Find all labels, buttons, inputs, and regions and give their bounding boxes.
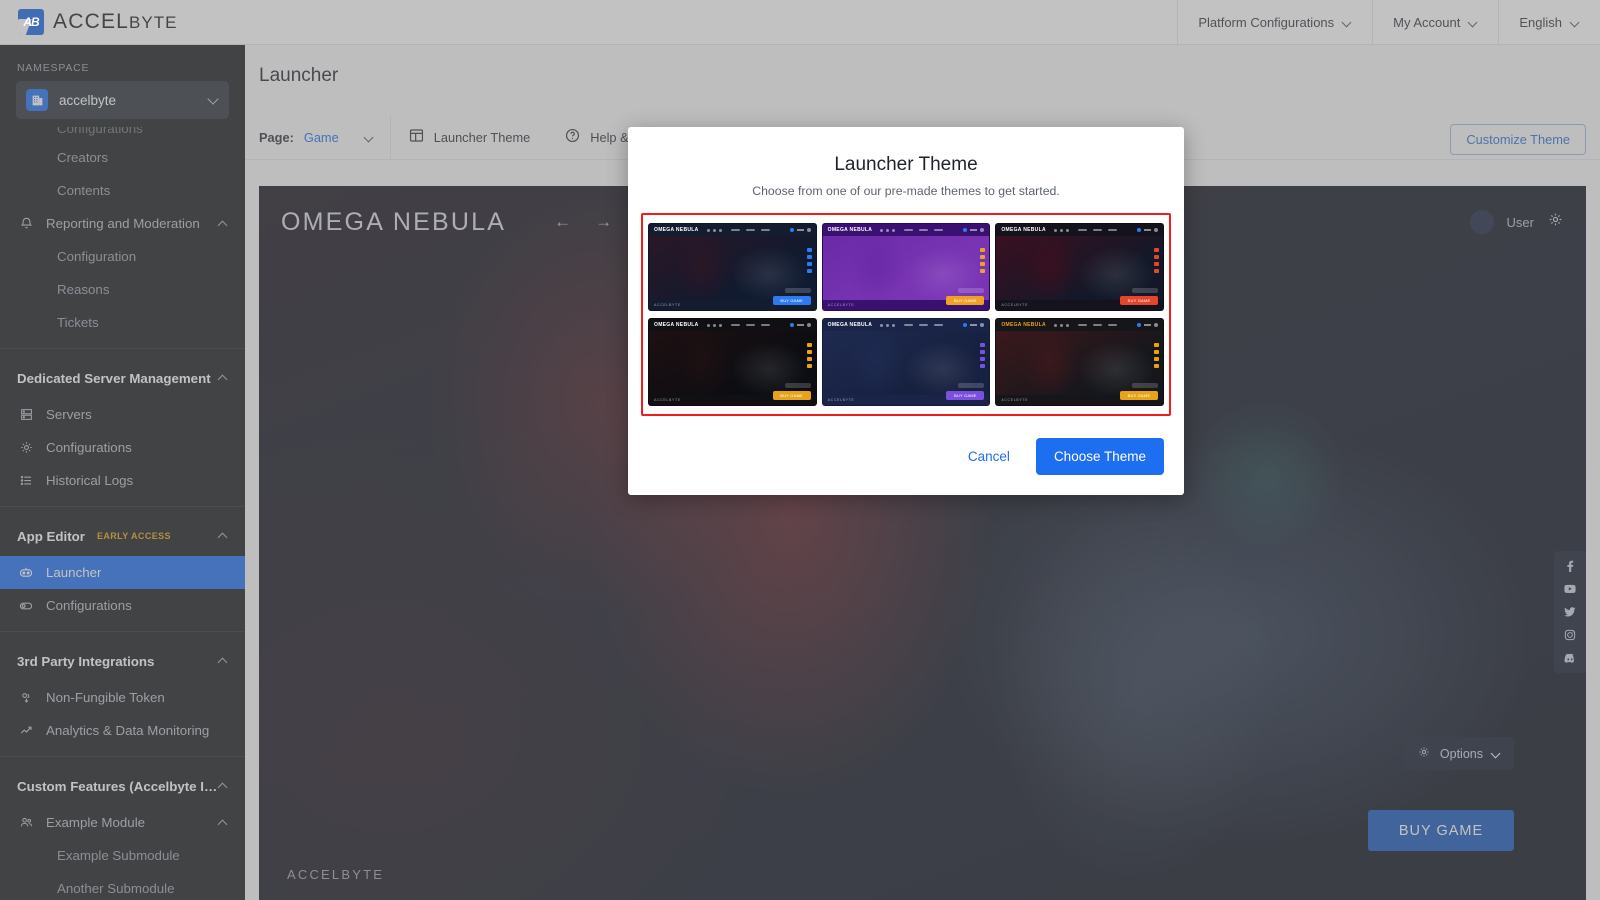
- theme-thumbnail-menu: [1077, 228, 1117, 232]
- theme-thumbnail-footer: ACCELBYTE: [654, 303, 681, 307]
- theme-thumbnail-user: [1137, 228, 1158, 232]
- theme-thumbnail-menu: [730, 228, 770, 232]
- theme-thumbnail-logo: OMEGA NEBULA: [1001, 227, 1046, 233]
- theme-thumbnail-options: [1132, 288, 1158, 293]
- theme-thumbnail-topbar: OMEGA NEBULA: [996, 224, 1163, 236]
- theme-thumbnail-footer: ACCELBYTE: [1001, 303, 1029, 307]
- theme-thumbnail-buy-button: BUY GAME: [772, 296, 811, 305]
- theme-thumbnail-logo: OMEGA NEBULA: [827, 322, 873, 328]
- theme-thumbnail[interactable]: OMEGA NEBULA BUY GAME ACCELBYTE: [821, 318, 991, 406]
- theme-thumbnail-social-rail: [806, 248, 812, 273]
- theme-thumbnail-topbar: OMEGA NEBULA: [822, 319, 990, 331]
- theme-thumbnail-nav-dots: [880, 323, 896, 327]
- theme-thumbnail-topbar: OMEGA NEBULA: [996, 319, 1163, 331]
- app-root: AB ACCELBYTE Platform Configurations My …: [0, 0, 1600, 900]
- theme-thumbnail-options: [784, 383, 811, 388]
- theme-thumbnail-menu: [904, 228, 944, 232]
- theme-thumbnail-nav-dots: [1053, 228, 1069, 232]
- theme-thumbnail-user: [789, 228, 811, 232]
- theme-thumbnail-buy-button: BUY GAME: [772, 391, 811, 400]
- theme-thumbnail-footer: ACCELBYTE: [827, 398, 855, 402]
- theme-thumbnail-menu: [730, 323, 770, 327]
- theme-thumbnail-social-rail: [1154, 343, 1159, 368]
- theme-thumbnail-user: [789, 323, 811, 327]
- modal-actions: Cancel Choose Theme: [958, 438, 1164, 475]
- modal-title: Launcher Theme: [834, 154, 978, 175]
- theme-thumbnail-nav-dots: [706, 323, 722, 327]
- theme-thumbnail-options: [958, 383, 985, 388]
- modal-subtitle: Choose from one of our pre-made themes t…: [752, 184, 1060, 198]
- theme-thumbnail-logo: OMEGA NEBULA: [827, 227, 873, 233]
- theme-thumbnail-logo: OMEGA NEBULA: [1001, 322, 1046, 328]
- choose-theme-button[interactable]: Choose Theme: [1035, 438, 1164, 475]
- theme-thumbnail-logo: OMEGA NEBULA: [654, 227, 699, 233]
- theme-thumbnail-nav-dots: [1053, 323, 1069, 327]
- theme-thumbnail-logo: OMEGA NEBULA: [654, 322, 699, 328]
- theme-grid: OMEGA NEBULA BUY GAME ACCELBYTE OMEGA NEBUL…: [641, 213, 1171, 416]
- theme-thumbnail-buy-button: BUY GAME: [1120, 296, 1158, 305]
- theme-thumbnail-social-rail: [1154, 248, 1159, 273]
- theme-thumbnail-topbar: OMEGA NEBULA: [649, 319, 816, 331]
- theme-thumbnail-topbar: OMEGA NEBULA: [822, 224, 990, 236]
- theme-thumbnail-user: [963, 228, 985, 232]
- theme-thumbnail-social-rail: [806, 343, 812, 368]
- theme-thumbnail[interactable]: OMEGA NEBULA BUY GAME ACCELBYTE: [995, 223, 1164, 311]
- theme-thumbnail-options: [784, 288, 811, 293]
- theme-thumbnail-buy-button: BUY GAME: [946, 391, 985, 400]
- theme-thumbnail-topbar: OMEGA NEBULA: [649, 224, 816, 236]
- theme-thumbnail-buy-button: BUY GAME: [1120, 391, 1158, 400]
- theme-thumbnail-menu: [1077, 323, 1117, 327]
- theme-thumbnail-footer: ACCELBYTE: [1001, 398, 1029, 402]
- launcher-theme-modal: Launcher Theme Choose from one of our pr…: [628, 127, 1184, 495]
- theme-thumbnail-nav-dots: [706, 228, 722, 232]
- cancel-button[interactable]: Cancel: [958, 441, 1020, 472]
- theme-thumbnail-social-rail: [980, 248, 986, 273]
- theme-thumbnail-footer: ACCELBYTE: [827, 303, 855, 307]
- theme-thumbnail[interactable]: OMEGA NEBULA BUY GAME ACCELBYTE: [648, 223, 817, 311]
- theme-thumbnail-options: [958, 288, 985, 293]
- theme-thumbnail-user: [1137, 323, 1158, 327]
- theme-thumbnail[interactable]: OMEGA NEBULA BUY GAME ACCELBYTE: [995, 318, 1164, 406]
- theme-thumbnail-buy-button: BUY GAME: [946, 296, 985, 305]
- theme-thumbnail-user: [963, 323, 985, 327]
- theme-thumbnail-nav-dots: [880, 228, 896, 232]
- theme-thumbnail[interactable]: OMEGA NEBULA BUY GAME ACCELBYTE: [821, 223, 991, 311]
- theme-thumbnail-footer: ACCELBYTE: [654, 398, 681, 402]
- theme-thumbnail-social-rail: [980, 343, 986, 368]
- theme-thumbnail-options: [1132, 383, 1158, 388]
- theme-thumbnail-menu: [904, 323, 944, 327]
- theme-thumbnail[interactable]: OMEGA NEBULA BUY GAME ACCELBYTE: [648, 318, 817, 406]
